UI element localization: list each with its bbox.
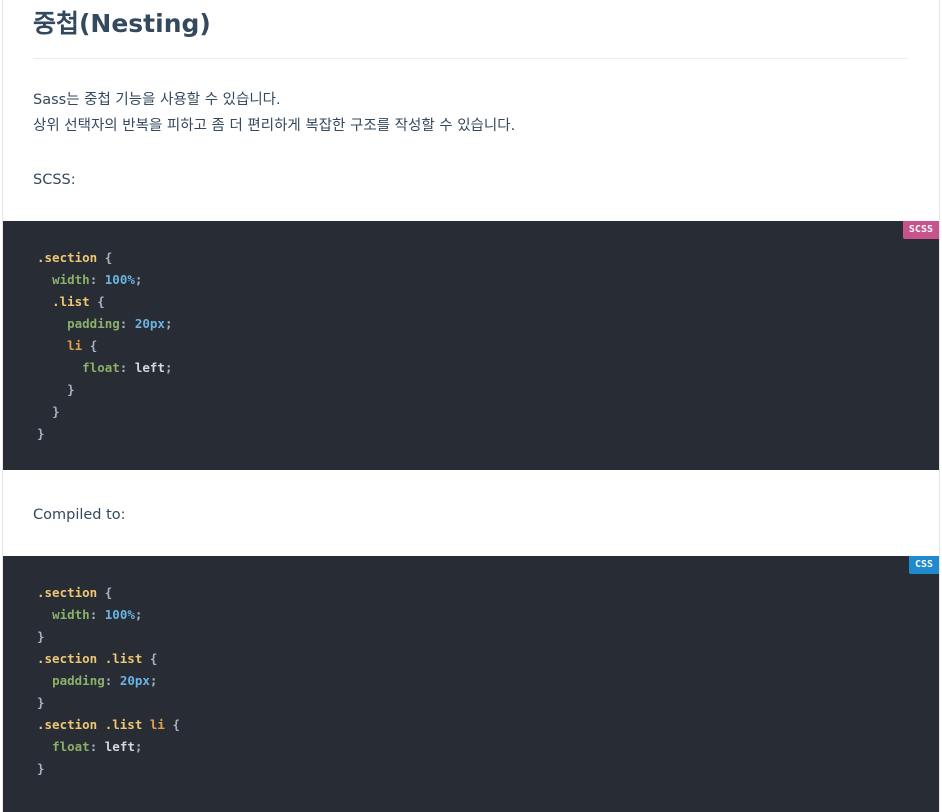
scss-code-token: li [67,338,83,353]
scss-language-badge: SCSS [902,221,939,239]
scss-code-token [37,294,52,309]
scss-code-line: padding: 20px; [37,313,173,335]
css-code-token: padding [52,673,105,688]
css-language-badge: CSS [908,556,939,574]
css-code-line: } [37,692,180,714]
css-code-line: width: 100%; [37,604,180,626]
compiled-label: Compiled to: [33,507,126,523]
css-code-token: } [37,761,45,776]
css-code-token: .section .list [37,717,143,732]
scss-code-line: width: 100%; [37,269,173,291]
css-code-token: ; [134,607,143,622]
css-code-token: ; [149,673,158,688]
scss-code-token: : [89,272,105,287]
css-code-token: 100% [104,607,135,622]
scss-code-token [37,404,52,419]
scss-code-token [37,360,82,375]
scss-code-block[interactable]: SCSS .section { width: 100%; .list { pad… [3,221,939,470]
css-code-line: } [37,626,180,648]
section-heading: 중첩(Nesting) [33,9,211,38]
css-code-line: .section .list li { [37,714,180,736]
css-code-token: : [89,607,105,622]
scss-code-token [37,338,67,353]
css-code[interactable]: .section { width: 100%;} .section .list {… [37,582,180,780]
css-code-token: { [142,651,158,666]
css-code-line: float: left; [37,736,180,758]
css-code-token: } [37,629,45,644]
scss-code-token: left [134,360,165,375]
docs-page: 중첩(Nesting) Sass는 중첩 기능을 사용할 수 있습니다. 상위 … [0,0,942,812]
intro-line-2: 상위 선택자의 반복을 피하고 좀 더 편리하게 복잡한 구조를 작성할 수 있… [33,118,516,134]
scss-code-token: ; [134,272,143,287]
css-code-line: .section { [37,582,180,604]
scss-code-token: .list [52,294,90,309]
css-code-token: .section .list [37,651,143,666]
css-code-line: .section .list { [37,648,180,670]
scss-code-token: float [82,360,120,375]
scss-code-line: li { [37,335,173,357]
css-code-line: } [37,758,180,780]
heading-divider [33,58,908,59]
css-code-token [37,673,52,688]
scss-code-token: { [97,250,113,265]
scss-code-line: .section { [37,247,173,269]
css-code-token: 20px [119,673,150,688]
scss-code-token: { [82,338,98,353]
scss-code-token: } [67,382,75,397]
right-border [939,0,940,812]
scss-code-token: .section [37,250,98,265]
scss-label: SCSS: [33,172,76,188]
scss-code-token: ; [164,316,173,331]
css-code-token: } [37,695,45,710]
scss-code-line: } [37,401,173,423]
css-code-token: { [97,585,113,600]
scss-code-token [37,382,67,397]
scss-code-token: : [119,360,135,375]
css-code-block[interactable]: CSS .section { width: 100%;} .section .li… [3,556,939,812]
css-code-token [142,717,150,732]
scss-code-token [37,272,52,287]
css-code-line: padding: 20px; [37,670,180,692]
scss-code-token: } [52,404,60,419]
scss-code-line: } [37,423,173,445]
scss-code-token: } [37,426,45,441]
css-code-token: width [52,607,90,622]
scss-code-token: { [89,294,105,309]
css-code-token [37,607,52,622]
scss-code-line: } [37,379,173,401]
scss-code-line: .list { [37,291,173,313]
scss-code-token: padding [67,316,120,331]
css-code-token: ; [134,739,143,754]
intro-paragraph: Sass는 중첩 기능을 사용할 수 있습니다. 상위 선택자의 반복을 피하고… [33,87,515,139]
css-code-token [37,739,52,754]
css-code-token: .section [37,585,98,600]
scss-code-token: 100% [104,272,135,287]
scss-code-token: 20px [134,316,165,331]
scss-code-token: ; [164,360,173,375]
css-code-token: : [89,739,105,754]
scss-code-token [37,316,67,331]
css-code-token: : [104,673,120,688]
css-code-token: float [52,739,90,754]
scss-code[interactable]: .section { width: 100%; .list { padding:… [37,247,173,445]
scss-code-line: float: left; [37,357,173,379]
scss-code-token: : [119,316,135,331]
scss-code-token: width [52,272,90,287]
css-code-token: { [164,717,181,732]
css-code-token: li [149,717,165,732]
css-code-token: left [104,739,135,754]
intro-line-1: Sass는 중첩 기능을 사용할 수 있습니다. [33,92,281,108]
